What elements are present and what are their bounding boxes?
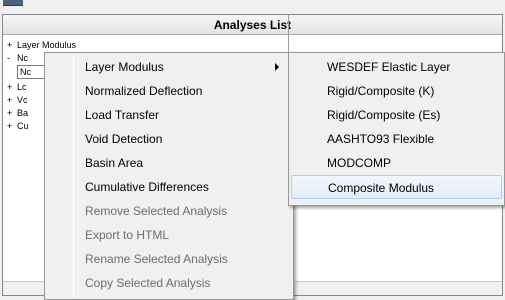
submenu-item-rigid-es[interactable]: Rigid/Composite (Es): [291, 103, 502, 127]
tree-node-cumulative[interactable]: + Cu: [7, 120, 29, 132]
toolbar-thumbnail-icon: [3, 0, 23, 6]
panel-title: Analyses List: [3, 15, 502, 35]
submenu-item-aashto93[interactable]: AASHTO93 Flexible: [291, 127, 502, 151]
menu-item-load-transfer[interactable]: Load Transfer: [47, 103, 291, 127]
submenu-item-wesdef[interactable]: WESDEF Elastic Layer: [291, 55, 502, 79]
analysis-context-menu: Layer Modulus Normalized Deflection Load…: [44, 52, 294, 300]
tree-node-normalized[interactable]: - Nc: [7, 52, 28, 64]
submenu-item-modcomp[interactable]: MODCOMP: [291, 151, 502, 175]
expand-icon[interactable]: +: [7, 39, 17, 51]
menu-item-void-detection[interactable]: Void Detection: [47, 127, 291, 151]
submenu-item-composite-modulus[interactable]: Composite Modulus: [291, 175, 502, 199]
expand-icon[interactable]: +: [7, 94, 17, 106]
menu-item-remove-selected[interactable]: Remove Selected Analysis: [47, 199, 291, 223]
menu-item-basin-area[interactable]: Basin Area: [47, 151, 291, 175]
expand-icon[interactable]: +: [7, 81, 17, 93]
layer-modulus-submenu: WESDEF Elastic Layer Rigid/Composite (K)…: [288, 52, 505, 206]
collapse-icon[interactable]: -: [7, 52, 17, 64]
expand-icon[interactable]: +: [7, 107, 17, 119]
menu-item-cumulative-differences[interactable]: Cumulative Differences: [47, 175, 291, 199]
menu-item-normalized-deflection[interactable]: Normalized Deflection: [47, 79, 291, 103]
tree-node-void[interactable]: + Vc: [7, 94, 28, 106]
submenu-arrow-icon: [275, 63, 279, 71]
tree-node-load[interactable]: + Lc: [7, 81, 27, 93]
menu-item-layer-modulus[interactable]: Layer Modulus: [47, 55, 291, 79]
submenu-item-rigid-k[interactable]: Rigid/Composite (K): [291, 79, 502, 103]
menu-item-rename-selected[interactable]: Rename Selected Analysis: [47, 247, 291, 271]
tree-node-layer-modulus[interactable]: + Layer Modulus: [7, 39, 76, 51]
toolbar-strip: [0, 0, 505, 14]
expand-icon[interactable]: +: [7, 120, 17, 132]
menu-item-copy-selected[interactable]: Copy Selected Analysis: [47, 271, 291, 295]
menu-item-export-html[interactable]: Export to HTML: [47, 223, 291, 247]
tree-node-basin[interactable]: + Ba: [7, 107, 28, 119]
